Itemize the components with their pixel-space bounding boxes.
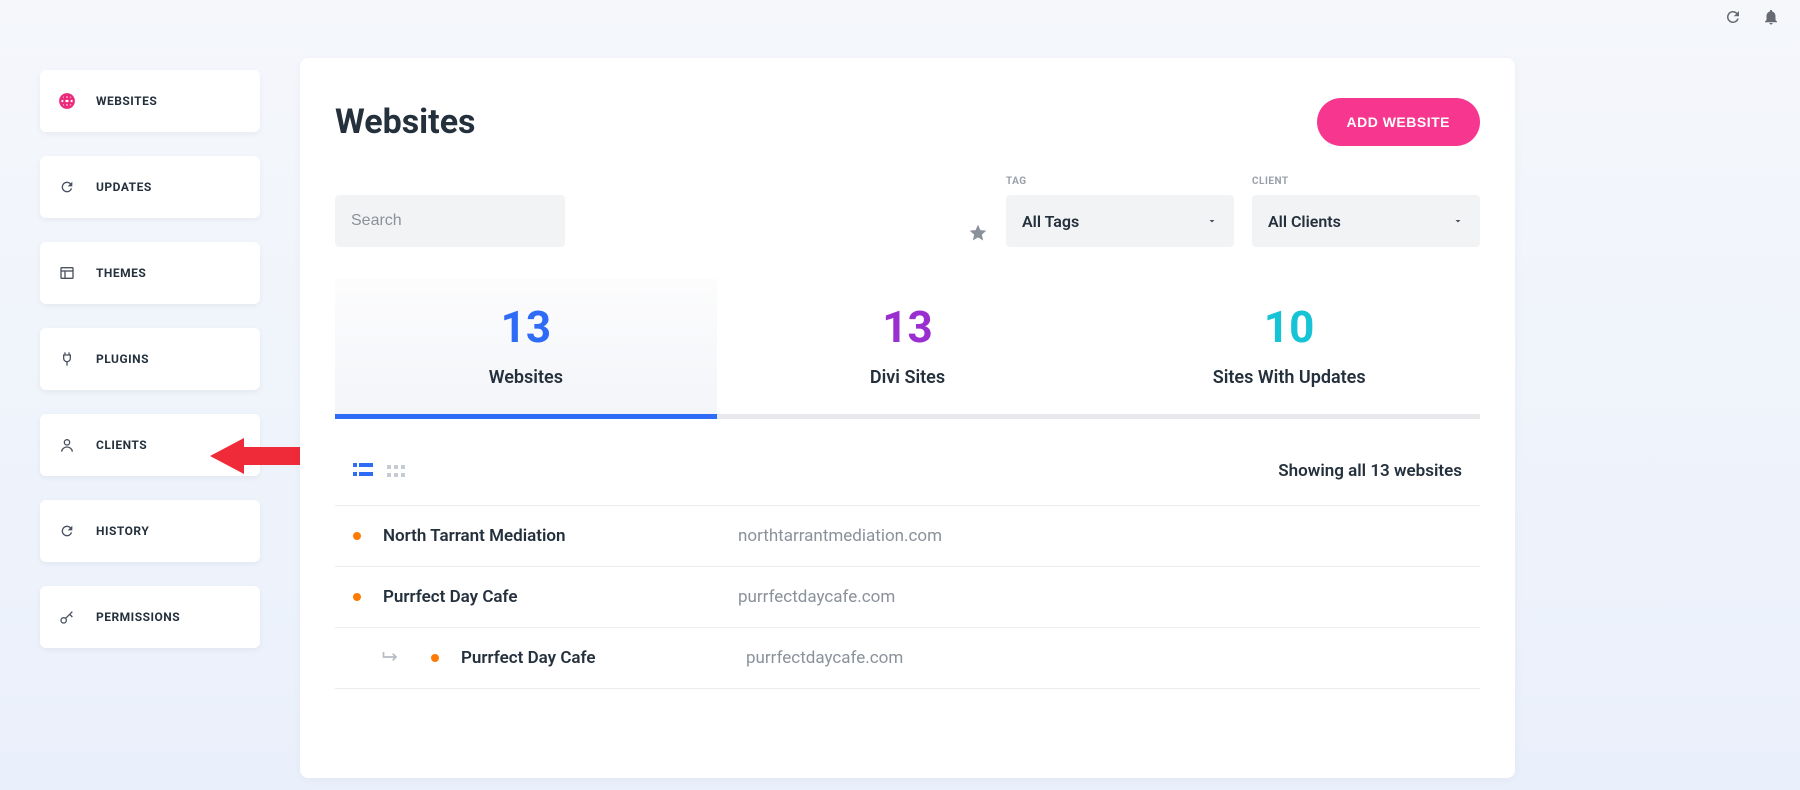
client-filter-value: All Clients <box>1268 212 1341 231</box>
bell-icon[interactable] <box>1762 8 1780 30</box>
status-dot-icon <box>353 532 361 540</box>
table-row[interactable]: Purrfect Day Cafe purrfectdaycafe.com <box>335 628 1480 689</box>
annotation-arrow <box>210 432 300 480</box>
search-input[interactable] <box>335 195 565 247</box>
sidebar-item-themes[interactable]: THEMES <box>40 242 260 304</box>
key-icon <box>58 608 76 626</box>
plug-icon <box>58 350 76 368</box>
table-row[interactable]: Purrfect Day Cafe purrfectdaycafe.com <box>335 567 1480 628</box>
stat-value: 13 <box>335 301 717 353</box>
stat-label: Divi Sites <box>717 367 1099 388</box>
active-tab-indicator <box>335 414 717 419</box>
sidebar-item-websites[interactable]: WEBSITES <box>40 70 260 132</box>
chevron-down-icon <box>1452 212 1464 231</box>
tag-filter-select[interactable]: All Tags <box>1006 195 1234 247</box>
page-title: Websites <box>335 102 476 142</box>
child-arrow-icon <box>381 649 423 668</box>
site-name: North Tarrant Mediation <box>383 526 738 546</box>
stat-value: 13 <box>717 301 1099 353</box>
add-website-button[interactable]: ADD WEBSITE <box>1317 98 1481 146</box>
refresh-icon <box>58 178 76 196</box>
stat-divi-sites[interactable]: 13 Divi Sites <box>717 279 1099 414</box>
history-icon <box>58 522 76 540</box>
layout-icon <box>58 264 76 282</box>
stat-websites[interactable]: 13 Websites <box>335 279 717 414</box>
list-view-icon[interactable] <box>353 462 373 481</box>
sidebar-item-label: PLUGINS <box>96 352 149 366</box>
site-name: Purrfect Day Cafe <box>461 648 746 668</box>
site-name: Purrfect Day Cafe <box>383 587 738 607</box>
refresh-icon[interactable] <box>1724 8 1742 30</box>
client-filter-select[interactable]: All Clients <box>1252 195 1480 247</box>
sidebar-item-updates[interactable]: UPDATES <box>40 156 260 218</box>
stat-label: Websites <box>335 367 717 388</box>
client-filter-label: CLIENT <box>1252 176 1480 187</box>
sidebar-item-label: THEMES <box>96 266 146 280</box>
sidebar-item-label: HISTORY <box>96 524 149 538</box>
chevron-down-icon <box>1206 212 1218 231</box>
sidebar-item-plugins[interactable]: PLUGINS <box>40 328 260 390</box>
sidebar-item-label: CLIENTS <box>96 438 147 452</box>
main-panel: Websites ADD WEBSITE TAG All Tags CLIENT… <box>300 58 1515 778</box>
table-row[interactable]: North Tarrant Mediation northtarrantmedi… <box>335 506 1480 567</box>
stat-value: 10 <box>1098 301 1480 353</box>
sidebar-item-history[interactable]: HISTORY <box>40 500 260 562</box>
user-icon <box>58 436 76 454</box>
stats-tabs: 13 Websites 13 Divi Sites 10 Sites With … <box>335 279 1480 419</box>
grid-view-icon[interactable] <box>387 462 405 481</box>
showing-count: Showing all 13 websites <box>1278 461 1462 481</box>
star-icon[interactable] <box>968 223 988 247</box>
sidebar-item-label: UPDATES <box>96 180 152 194</box>
site-domain: purrfectdaycafe.com <box>738 587 895 607</box>
tag-filter-label: TAG <box>1006 176 1234 187</box>
stat-label: Sites With Updates <box>1098 367 1480 388</box>
sidebar-item-permissions[interactable]: PERMISSIONS <box>40 586 260 648</box>
tag-filter-value: All Tags <box>1022 212 1079 231</box>
sidebar-item-label: PERMISSIONS <box>96 610 180 624</box>
stat-sites-updates[interactable]: 10 Sites With Updates <box>1098 279 1480 414</box>
site-domain: northtarrantmediation.com <box>738 526 942 546</box>
globe-icon <box>58 92 76 110</box>
status-dot-icon <box>431 654 439 662</box>
status-dot-icon <box>353 593 361 601</box>
site-domain: purrfectdaycafe.com <box>746 648 903 668</box>
sidebar-item-label: WEBSITES <box>96 94 157 108</box>
sidebar: WEBSITES UPDATES THEMES PLUGINS CLIENTS … <box>40 70 260 648</box>
